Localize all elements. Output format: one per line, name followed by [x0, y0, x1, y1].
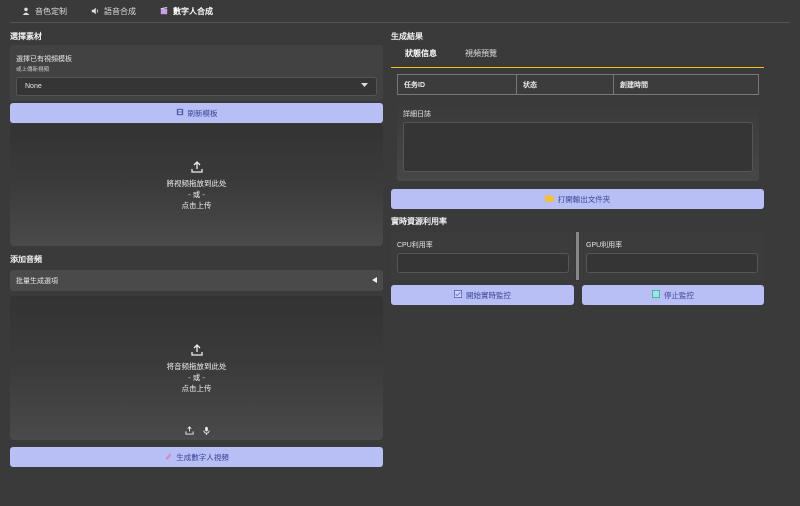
dropzone-or: - 或 -	[188, 372, 205, 382]
tab-speech-synthesis[interactable]: 語音合成	[79, 0, 148, 23]
tab-label: 音色定制	[35, 7, 67, 16]
cpu-label: CPU利用率	[397, 242, 433, 249]
upload-icon	[190, 160, 203, 173]
film-icon	[160, 6, 168, 17]
refresh-icon	[176, 108, 184, 118]
microphone-icon[interactable]	[202, 426, 211, 435]
tab-voice-custom[interactable]: 音色定制	[10, 0, 79, 23]
panel-divider	[576, 232, 579, 280]
top-tab-bar: 音色定制 語音合成 數字人合成	[10, 0, 790, 23]
column-created-time: 創建時間	[620, 81, 648, 89]
open-output-folder-button[interactable]: 打開輸出文件夾	[391, 189, 764, 209]
template-select[interactable]: None	[16, 77, 377, 96]
batch-options-accordion[interactable]: 批量生成選項	[10, 270, 383, 291]
dropzone-text: 將视频拖放到此处	[166, 178, 227, 188]
start-monitor-label: 開始實時監控	[466, 290, 511, 300]
tab-label: 語音合成	[104, 7, 136, 16]
tab-video-preview[interactable]: 視頻預覽	[451, 48, 511, 62]
tab-status-info[interactable]: 狀態信息	[391, 48, 451, 62]
gpu-panel: GPU利用率	[580, 232, 764, 280]
refresh-template-label: 刷新模板	[187, 108, 218, 118]
generate-digital-human-button[interactable]: 生成數字人視頻	[10, 447, 383, 467]
upload-source-icon[interactable]	[185, 426, 194, 435]
dropzone-click: 点击上传	[181, 383, 212, 393]
checkbox-icon	[454, 290, 462, 300]
audio-source-toolbar	[185, 426, 211, 435]
column-task-id: 任务ID	[398, 75, 517, 94]
open-folder-label: 打開輸出文件夾	[557, 194, 611, 204]
refresh-template-button[interactable]: 刷新模板	[10, 103, 383, 123]
log-label: 詳細日誌	[403, 111, 431, 118]
tab-underline	[391, 67, 764, 68]
speaker-icon	[91, 7, 99, 17]
eraser-icon	[164, 452, 172, 462]
person-icon	[22, 7, 30, 17]
log-panel: 詳細日誌	[397, 101, 759, 181]
audio-section-title: 添加音頻	[10, 255, 42, 264]
material-section-title: 選擇素材	[10, 32, 42, 41]
stop-monitor-button[interactable]: 停止監控	[582, 285, 764, 305]
template-sublabel: 或上傳新視頻	[16, 67, 50, 73]
stop-icon	[652, 290, 660, 300]
column-status: 状态	[517, 75, 614, 94]
caret-down-icon	[361, 83, 368, 90]
resource-section-title: 實時資源利用率	[391, 217, 447, 226]
caret-left-icon	[372, 276, 377, 285]
cpu-value-field[interactable]	[397, 253, 569, 273]
log-textarea[interactable]	[403, 122, 753, 172]
gpu-value-field[interactable]	[586, 253, 758, 273]
task-table-header: 任务ID 状态 創建時間	[397, 74, 759, 95]
video-upload-dropzone[interactable]: 將视频拖放到此处 - 或 - 点击上传	[10, 124, 383, 246]
upload-icon	[190, 343, 203, 356]
tab-label: 數字人合成	[173, 7, 213, 16]
dropzone-or: - 或 -	[188, 189, 205, 199]
tab-digital-human[interactable]: 數字人合成	[148, 0, 225, 23]
audio-upload-dropzone[interactable]: 将音频拖放到此处 - 或 - 点击上传	[10, 296, 383, 440]
folder-icon	[544, 194, 554, 204]
result-tabs: 狀態信息 視頻預覽	[391, 48, 511, 62]
dropzone-click: 点击上传	[181, 200, 212, 210]
template-label: 選擇已有視頻模板	[16, 56, 72, 63]
batch-options-label: 批量生成選項	[16, 277, 58, 285]
result-section-title: 生成結果	[391, 32, 423, 41]
generate-button-label: 生成數字人視頻	[176, 452, 229, 462]
stop-monitor-label: 停止監控	[664, 290, 694, 300]
gpu-label: GPU利用率	[586, 242, 623, 249]
template-select-value: None	[25, 83, 42, 90]
dropzone-text: 将音频拖放到此处	[166, 361, 227, 371]
start-monitor-button[interactable]: 開始實時監控	[391, 285, 574, 305]
cpu-panel: CPU利用率	[391, 232, 574, 280]
template-panel: 選擇已有視頻模板 或上傳新視頻 None	[10, 45, 383, 101]
